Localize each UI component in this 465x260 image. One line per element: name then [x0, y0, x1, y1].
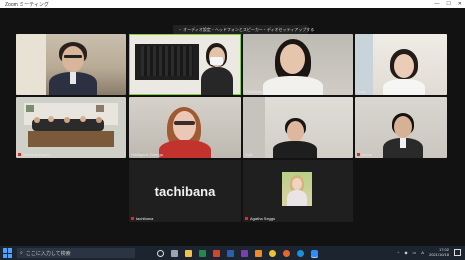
window-titlebar: Zoom ミーティング — ☐ ✕ [0, 0, 465, 8]
window-title: Zoom ミーティング [5, 1, 49, 8]
onenote-icon[interactable] [241, 249, 248, 257]
task-view-icon[interactable] [171, 249, 178, 257]
vlc-icon[interactable] [255, 249, 262, 257]
banner-text: ・ オーディオ設定・ヘッドフォンとスピーカー・ディオセッティアップする [178, 26, 315, 32]
window-controls: — ☐ ✕ [434, 0, 462, 8]
muted-icon [357, 153, 360, 157]
participant-profile-picture [282, 172, 312, 206]
video-tile[interactable]: Hildegard Zhenga [129, 97, 241, 158]
video-tile[interactable]: Konishi [16, 34, 126, 95]
participant-name: Inoue [357, 152, 372, 157]
network-icon[interactable]: ◆ [404, 250, 407, 255]
video-tile[interactable]: Yuki [243, 97, 353, 158]
participant-name: Chiharu Saito (大学院生 佐藤千春) [131, 88, 193, 93]
participant-name: Agatha Seggs [245, 216, 275, 221]
taskbar-clock[interactable]: 17:02 2021/10/18 [429, 247, 449, 257]
participant-name: Seminar Room [18, 152, 50, 157]
minimize-button[interactable]: — [434, 0, 439, 8]
taskbar-search-input[interactable]: ⌕ ここに入力して検索 [17, 248, 135, 258]
firefox-icon[interactable] [283, 249, 290, 257]
video-tile-camera-off[interactable]: Agatha Seggs [243, 160, 353, 222]
participant-name: Yuka [357, 89, 366, 94]
start-button[interactable] [3, 248, 13, 258]
participant-name: Konishi [18, 89, 32, 94]
video-tile-active-speaker[interactable]: Chiharu Saito (大学院生 佐藤千春) [129, 34, 241, 95]
file-explorer-icon[interactable] [185, 249, 192, 257]
video-tile[interactable]: Yuka [355, 34, 447, 95]
video-tile[interactable]: Hoshikawa [243, 34, 353, 95]
windows-taskbar: ⌕ ここに入力して検索 ^ ◆ ▭ A 17:02 2021/10/18 [0, 246, 465, 260]
muted-icon [245, 217, 248, 221]
battery-icon[interactable]: ▭ [413, 250, 417, 255]
word-icon[interactable] [227, 249, 234, 257]
muted-icon [131, 217, 134, 221]
taskbar-app-icons [157, 249, 318, 257]
participant-name: Hildegard Zhenga [131, 152, 163, 157]
zoom-icon[interactable] [311, 249, 318, 257]
muted-icon [18, 153, 21, 157]
participant-name: Hoshikawa [245, 89, 265, 94]
search-placeholder: ここに入力して検索 [25, 250, 71, 257]
video-tile[interactable]: Inoue [355, 97, 447, 158]
system-tray: ^ ◆ ▭ A 17:02 2021/10/18 [398, 247, 461, 257]
meeting-gallery: ・ オーディオ設定・ヘッドフォンとスピーカー・ディオセッティアップする Koni… [0, 8, 465, 246]
participant-display-name: tachibana [154, 183, 216, 199]
video-tile-camera-off[interactable]: tachibana tachibana [129, 160, 241, 222]
ime-icon[interactable]: A [421, 250, 424, 255]
chrome-icon[interactable] [269, 249, 276, 257]
powerpoint-icon[interactable] [213, 249, 220, 257]
participant-name: tachibana [131, 216, 153, 221]
participant-name: Yuki [245, 152, 253, 157]
audio-notification-banner[interactable]: ・ オーディオ設定・ヘッドフォンとスピーカー・ディオセッティアップする [173, 25, 314, 34]
tray-expand-icon[interactable]: ^ [398, 250, 400, 255]
maximize-button[interactable]: ☐ [446, 0, 450, 8]
cortana-icon[interactable] [157, 249, 164, 257]
edge-icon[interactable] [297, 249, 304, 257]
notification-icon[interactable] [454, 248, 461, 256]
close-button[interactable]: ✕ [458, 0, 462, 8]
clock-date: 2021/10/18 [428, 252, 449, 257]
video-tile[interactable]: Seminar Room [16, 97, 126, 158]
excel-icon[interactable] [199, 249, 206, 257]
search-icon: ⌕ [20, 250, 23, 256]
